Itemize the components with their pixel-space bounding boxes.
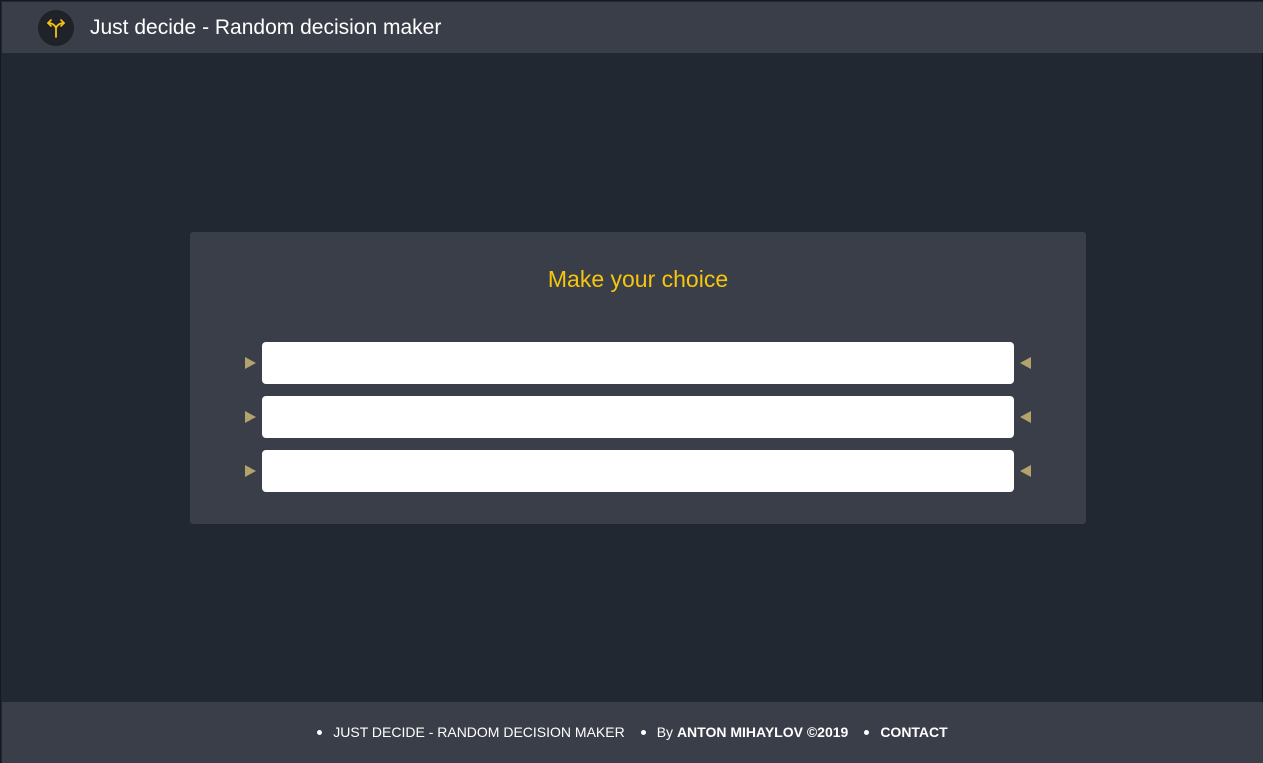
right-pointer-icon bbox=[245, 465, 256, 477]
footer-author: ANTON MIHAYLOV ©2019 bbox=[676, 724, 849, 740]
top-bar: Just decide - Random decision maker bbox=[2, 2, 1263, 53]
right-pointer-icon bbox=[245, 357, 256, 369]
bullet-icon bbox=[317, 729, 323, 735]
logo[interactable] bbox=[38, 10, 74, 46]
choice-input-3[interactable] bbox=[262, 450, 1014, 492]
choice-row-3 bbox=[190, 450, 1086, 492]
choice-row-1 bbox=[190, 342, 1086, 384]
footer-by-prefix: By bbox=[656, 724, 674, 740]
choice-input-1[interactable] bbox=[262, 342, 1014, 384]
app-title: Just decide - Random decision maker bbox=[90, 16, 442, 39]
choice-card: Make your choice bbox=[190, 232, 1086, 524]
left-pointer-icon bbox=[1020, 465, 1031, 477]
left-pointer-icon bbox=[1020, 357, 1031, 369]
footer-app-name: JUST DECIDE - RANDOM DECISION MAKER bbox=[333, 724, 625, 740]
choice-row-2 bbox=[190, 396, 1086, 438]
bullet-icon bbox=[640, 729, 646, 735]
app-window: Just decide - Random decision maker Make… bbox=[0, 0, 1263, 763]
fork-arrows-icon bbox=[47, 19, 65, 38]
bullet-icon bbox=[864, 729, 870, 735]
footer-item-contact: CONTACT bbox=[864, 724, 948, 740]
right-pointer-icon bbox=[245, 411, 256, 423]
card-heading: Make your choice bbox=[547, 266, 729, 292]
choice-input-2[interactable] bbox=[262, 396, 1014, 438]
contact-link[interactable]: CONTACT bbox=[880, 724, 947, 740]
left-pointer-icon bbox=[1020, 411, 1031, 423]
footer: JUST DECIDE - RANDOM DECISION MAKER By A… bbox=[2, 702, 1263, 763]
footer-item-app-name: JUST DECIDE - RANDOM DECISION MAKER bbox=[317, 724, 625, 740]
footer-links: JUST DECIDE - RANDOM DECISION MAKER By A… bbox=[2, 724, 1263, 740]
footer-item-author: By ANTON MIHAYLOV ©2019 bbox=[640, 724, 849, 740]
